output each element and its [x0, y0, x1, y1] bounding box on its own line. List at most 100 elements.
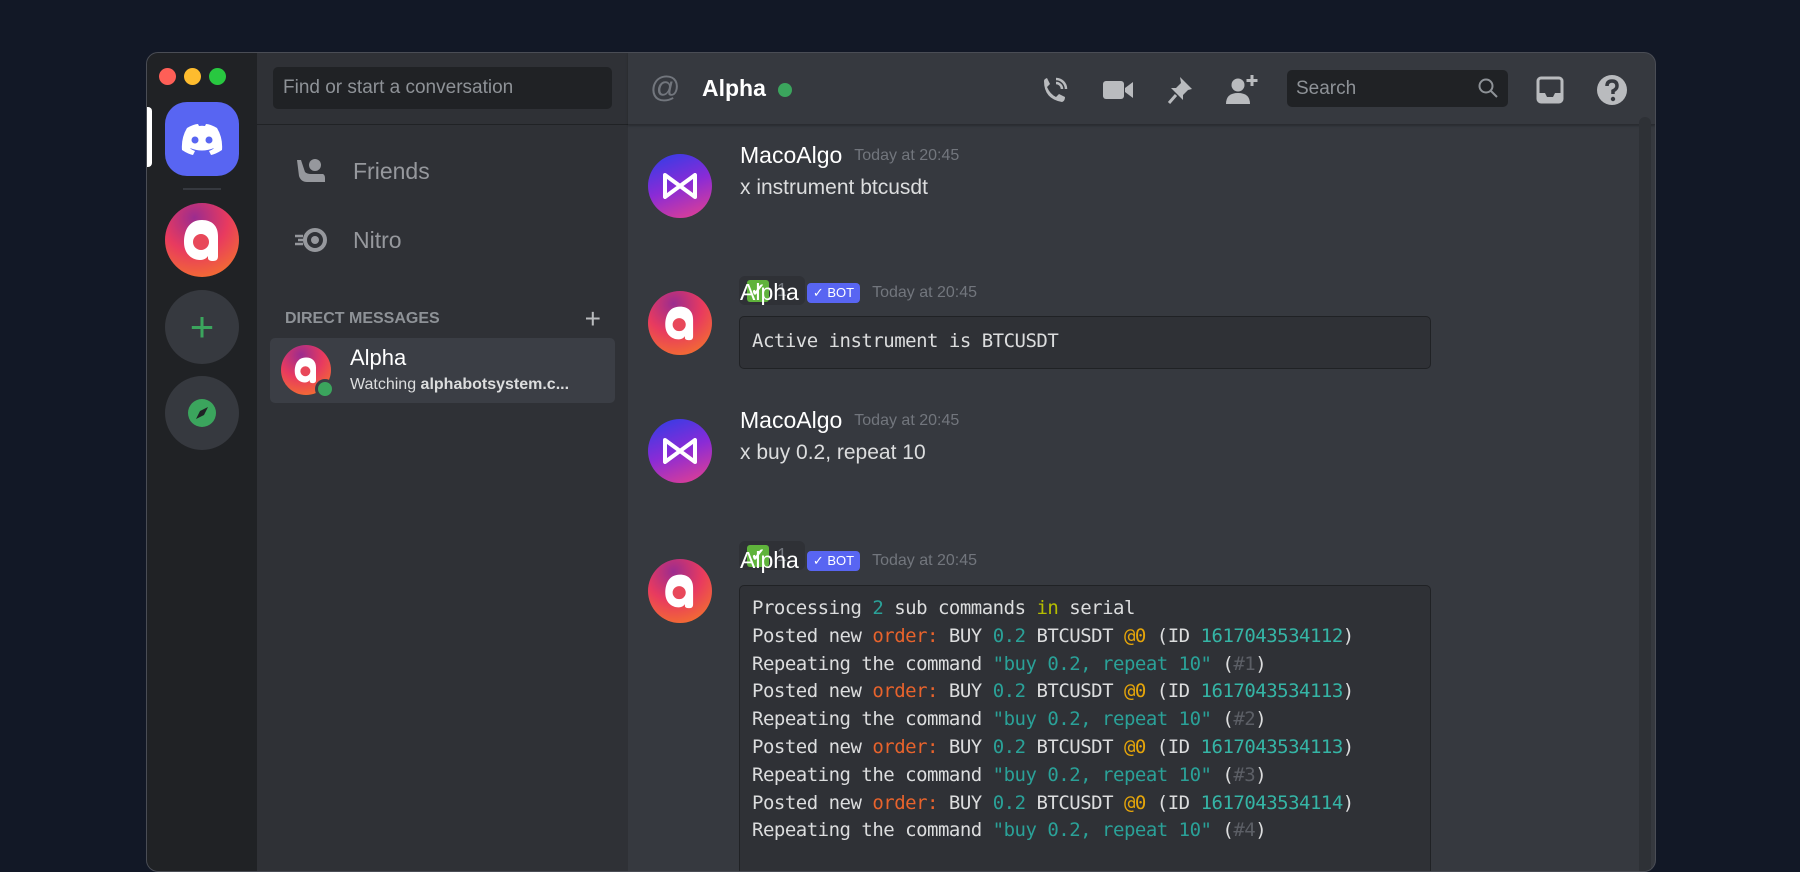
message-text: x buy 0.2, repeat 10: [740, 441, 926, 464]
code-token: "buy 0.2, repeat 10": [992, 763, 1212, 786]
code-token: sub commands: [883, 597, 1037, 619]
dm-item-alpha[interactable]: Alpha Watching alphabotsystem.c...: [270, 338, 615, 403]
find-conversation-input[interactable]: Find or start a conversation: [273, 67, 612, 109]
pin-icon: [1167, 77, 1192, 104]
code-token: (: [1211, 819, 1234, 842]
at-icon: @: [650, 71, 681, 104]
search-placeholder: Search: [1296, 78, 1357, 99]
code-token: order:: [872, 624, 938, 647]
code-token: ): [1255, 763, 1267, 786]
discord-logo-icon: [181, 124, 223, 155]
message-text: x instrument btcusdt: [740, 176, 928, 199]
code-token: @0: [1123, 791, 1146, 814]
code-block: Processing 2 sub commands in serial Poste…: [739, 585, 1431, 871]
code-token: BUY: [937, 680, 993, 703]
code-token: BTCUSDT: [1025, 791, 1124, 814]
code-token: ): [1342, 680, 1354, 703]
start-voice-call-button[interactable]: [1038, 73, 1072, 107]
code-token: BTCUSDT: [1025, 735, 1124, 758]
dm-status-activity: alphabotsystem.c...: [420, 376, 570, 393]
online-status-icon: [778, 83, 792, 97]
alpha-logo-icon: [665, 306, 694, 341]
code-token: 0.2: [992, 624, 1026, 647]
code-token: 2: [872, 597, 884, 619]
start-video-call-button[interactable]: [1101, 73, 1135, 107]
code-token: BTCUSDT: [1025, 680, 1124, 703]
code-line: Repeating the command "buy 0.2, repeat 1…: [752, 762, 1418, 790]
dm-sidebar: Find or start a conversation Friends Nit…: [257, 53, 628, 871]
direct-messages-header: DIRECT MESSAGES +: [285, 303, 601, 335]
code-token: 0.2: [992, 680, 1026, 703]
code-block: Active instrument is BTCUSDT: [739, 316, 1431, 369]
minimize-window-button[interactable]: [184, 68, 201, 85]
code-token: @0: [1123, 624, 1146, 647]
add-server-button[interactable]: +: [165, 290, 239, 364]
code-token: #1: [1233, 652, 1256, 675]
code-token: Posted new: [752, 624, 873, 647]
search-input[interactable]: Search: [1287, 70, 1508, 107]
compass-icon: [188, 399, 216, 427]
chat-area: @ Alpha Search MacoAlgo Today at 20:45 x …: [628, 53, 1655, 871]
code-token: serial: [1058, 597, 1135, 619]
code-token: Repeating the command: [752, 819, 993, 842]
code-token: Processing: [752, 597, 873, 619]
channel-title: Alpha: [702, 75, 766, 101]
code-token: #4: [1233, 819, 1256, 842]
code-line: Processing 2 sub commands in serial: [752, 595, 1418, 623]
code-token: Posted new: [752, 791, 873, 814]
search-icon: [1478, 78, 1498, 98]
message-author[interactable]: MacoAlgo: [740, 407, 842, 434]
code-token: 1617043534114: [1200, 791, 1344, 814]
code-line: Active instrument is BTCUSDT: [752, 328, 1418, 356]
close-window-button[interactable]: [159, 68, 176, 85]
selected-indicator: [147, 107, 152, 167]
code-line: Posted new order: BUY 0.2 BTCUSDT @0 (ID…: [752, 623, 1418, 651]
code-token: #2: [1233, 708, 1256, 731]
code-token: order:: [872, 680, 938, 703]
maximize-window-button[interactable]: [209, 68, 226, 85]
alpha-logo-icon: [184, 220, 218, 261]
inbox-button[interactable]: [1533, 73, 1567, 107]
message-author[interactable]: Alpha: [740, 279, 799, 306]
code-token: ): [1255, 819, 1267, 842]
code-token: ): [1255, 652, 1267, 675]
message-author[interactable]: Alpha: [740, 547, 799, 574]
code-token: 1617043534113: [1200, 735, 1344, 758]
message-timestamp: Today at 20:45: [854, 146, 960, 164]
bot-badge: ✓ BOT: [806, 550, 861, 571]
message-author[interactable]: MacoAlgo: [740, 142, 842, 169]
code-token: (: [1211, 708, 1234, 731]
avatar-alpha: [648, 291, 712, 355]
explore-servers-button[interactable]: [165, 376, 239, 450]
nav-friends-label: Friends: [353, 157, 430, 184]
inbox-icon: [1536, 76, 1564, 104]
scrollbar[interactable]: [1639, 117, 1651, 871]
nav-friends[interactable]: Friends: [273, 143, 613, 199]
code-token: (ID: [1145, 791, 1201, 814]
code-token: Active instrument is BTCUSDT: [752, 330, 1059, 352]
help-icon: [1597, 75, 1627, 105]
code-token: BUY: [937, 624, 993, 647]
code-token: @0: [1123, 680, 1146, 703]
pinned-messages-button[interactable]: [1163, 73, 1197, 107]
dm-header-label: DIRECT MESSAGES: [285, 310, 440, 327]
code-token: (: [1211, 763, 1234, 786]
code-token: in: [1036, 597, 1059, 619]
help-button[interactable]: [1595, 73, 1629, 107]
code-line: Repeating the command "buy 0.2, repeat 1…: [752, 651, 1418, 679]
message-timestamp: Today at 20:45: [854, 411, 960, 429]
code-token: 0.2: [992, 735, 1026, 758]
dm-status-prefix: Watching: [350, 376, 421, 393]
server-alpha[interactable]: [165, 203, 239, 277]
code-line: Posted new order: BUY 0.2 BTCUSDT @0 (ID…: [752, 734, 1418, 762]
dm-name: Alpha: [350, 345, 407, 370]
add-friends-to-dm-button[interactable]: [1225, 73, 1259, 107]
home-button[interactable]: [165, 102, 239, 176]
code-token: "buy 0.2, repeat 10": [992, 652, 1212, 675]
code-token: (: [1211, 652, 1234, 675]
create-dm-button[interactable]: +: [585, 303, 601, 335]
code-token: 0.2: [992, 791, 1026, 814]
code-token: order:: [872, 791, 938, 814]
avatar: [281, 345, 335, 399]
nav-nitro[interactable]: Nitro: [273, 212, 613, 268]
